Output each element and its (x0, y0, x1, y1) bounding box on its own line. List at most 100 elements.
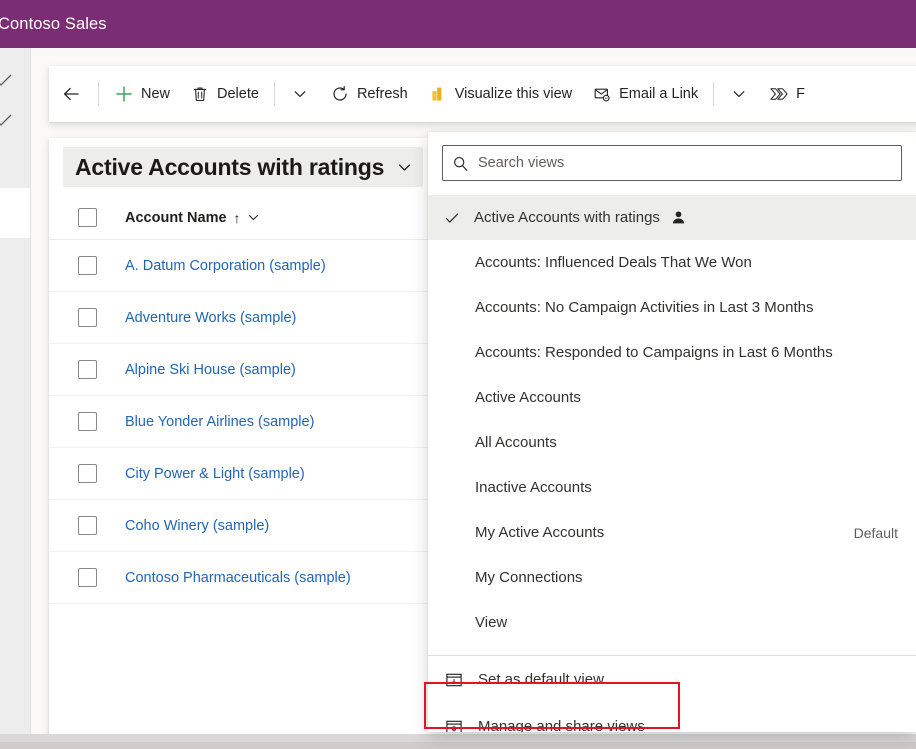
view-list-item-label: Accounts: No Campaign Activities in Last… (475, 299, 814, 316)
row-checkbox[interactable] (78, 256, 97, 275)
view-list-item-inactive-accounts[interactable]: Inactive Accounts (428, 465, 916, 510)
row-select-cell (49, 464, 125, 483)
delete-overflow-button[interactable] (281, 74, 319, 114)
account-name-link[interactable]: A. Datum Corporation (sample) (125, 258, 326, 274)
chevron-down-icon (396, 159, 413, 176)
view-list: Active Accounts with ratings Accounts: I… (428, 195, 916, 655)
chevron-down-icon (729, 84, 749, 104)
row-checkbox[interactable] (78, 412, 97, 431)
plus-icon (114, 84, 134, 104)
email-a-link-button[interactable]: Email a Link (583, 74, 707, 114)
view-selector-button[interactable]: Active Accounts with ratings (63, 147, 423, 187)
view-list-item-my-connections[interactable]: My Connections (428, 555, 916, 600)
view-list-item-label: Accounts: Responded to Campaigns in Last… (475, 344, 833, 361)
sort-ascending-icon: ↑ (234, 210, 241, 226)
search-views-wrapper (428, 132, 916, 181)
view-list-item-view[interactable]: View (428, 600, 916, 645)
refresh-icon (330, 84, 350, 104)
select-all-cell (49, 208, 125, 227)
email-link-icon (592, 84, 612, 104)
account-name-link[interactable]: Contoso Pharmaceuticals (sample) (125, 570, 351, 586)
back-button[interactable] (50, 74, 92, 114)
row-checkbox[interactable] (78, 464, 97, 483)
svg-text:A: A (452, 678, 457, 685)
left-navigation-rail[interactable] (0, 48, 31, 734)
account-name-link[interactable]: Coho Winery (sample) (125, 518, 269, 534)
account-name-link[interactable]: Alpine Ski House (sample) (125, 362, 296, 378)
current-view-name: Active Accounts with ratings (75, 154, 384, 181)
set-as-default-view-label: Set as default view (478, 671, 604, 688)
view-list-item-label: My Active Accounts (475, 524, 604, 541)
flow-icon (769, 84, 789, 104)
row-checkbox[interactable] (78, 568, 97, 587)
view-selector-flyout: Active Accounts with ratings Accounts: I… (428, 132, 916, 732)
account-name-link[interactable]: Adventure Works (sample) (125, 310, 296, 326)
checkmark-icon (444, 210, 462, 226)
new-button-label: New (141, 87, 170, 102)
view-list-item-active-accounts[interactable]: Active Accounts (428, 375, 916, 420)
command-separator (713, 82, 714, 106)
column-header-label: Account Name (125, 210, 227, 226)
row-checkbox[interactable] (78, 516, 97, 535)
trash-icon (190, 84, 210, 104)
checkmark-icon (0, 110, 14, 130)
row-select-cell (49, 516, 125, 535)
row-checkbox[interactable] (78, 308, 97, 327)
background-window-sliver (0, 734, 916, 749)
command-separator (274, 82, 275, 106)
manage-share-views-icon (444, 717, 464, 733)
row-select-cell (49, 412, 125, 431)
sliver-bar (0, 742, 916, 749)
view-list-item-responded-to-campaigns[interactable]: Accounts: Responded to Campaigns in Last… (428, 330, 916, 375)
view-list-item-label: View (475, 614, 507, 631)
row-select-cell (49, 256, 125, 275)
view-list-item-label: All Accounts (475, 434, 557, 451)
row-select-cell (49, 308, 125, 327)
chart-icon (428, 84, 448, 104)
search-views-box[interactable] (442, 145, 902, 181)
visualize-this-view-button[interactable]: Visualize this view (419, 74, 581, 114)
app-header: Contoso Sales (0, 0, 916, 48)
view-list-item-no-campaign-activities[interactable]: Accounts: No Campaign Activities in Last… (428, 285, 916, 330)
rail-selected-indicator (0, 188, 30, 238)
app-title: Contoso Sales (0, 15, 107, 34)
view-list-item-label: Active Accounts with ratings (474, 209, 660, 226)
refresh-button-label: Refresh (357, 87, 408, 102)
chevron-down-icon (290, 84, 310, 104)
select-all-checkbox[interactable] (78, 208, 97, 227)
default-view-badge: Default (854, 525, 898, 541)
flow-button-label: F (796, 87, 805, 102)
command-separator (98, 82, 99, 106)
manage-and-share-views-button[interactable]: Manage and share views (428, 703, 916, 732)
row-checkbox[interactable] (78, 360, 97, 379)
row-select-cell (49, 568, 125, 587)
command-bar: New Delete (49, 66, 916, 122)
account-name-link[interactable]: City Power & Light (sample) (125, 466, 305, 482)
view-list-item-all-accounts[interactable]: All Accounts (428, 420, 916, 465)
view-list-item-label: Accounts: Influenced Deals That We Won (475, 254, 752, 271)
refresh-button[interactable]: Refresh (321, 74, 417, 114)
shared-view-person-icon (671, 210, 686, 225)
account-name-link[interactable]: Blue Yonder Airlines (sample) (125, 414, 314, 430)
visualize-this-view-label: Visualize this view (455, 87, 572, 102)
column-header-account-name[interactable]: Account Name ↑ (125, 210, 260, 226)
view-list-item-my-active-accounts[interactable]: My Active Accounts Default (428, 510, 916, 555)
manage-and-share-views-label: Manage and share views (478, 718, 645, 732)
row-select-cell (49, 360, 125, 379)
search-views-input[interactable] (478, 155, 892, 171)
email-overflow-button[interactable] (720, 74, 758, 114)
set-default-view-icon: A (444, 670, 464, 690)
delete-button-label: Delete (217, 87, 259, 102)
flyout-actions: A Set as default view Manage and share v… (428, 656, 916, 732)
set-as-default-view-button[interactable]: A Set as default view (428, 656, 916, 703)
flow-button[interactable]: F (760, 74, 814, 114)
checkmark-icon (0, 70, 14, 90)
view-list-item-label: Active Accounts (475, 389, 581, 406)
new-button[interactable]: New (105, 74, 179, 114)
search-icon (452, 155, 469, 172)
delete-button[interactable]: Delete (181, 74, 268, 114)
view-list-item-influenced-deals[interactable]: Accounts: Influenced Deals That We Won (428, 240, 916, 285)
view-selector-row: Active Accounts with ratings (49, 138, 423, 196)
view-list-item-active-accounts-with-ratings[interactable]: Active Accounts with ratings (428, 195, 916, 240)
chevron-down-icon[interactable] (247, 211, 260, 224)
